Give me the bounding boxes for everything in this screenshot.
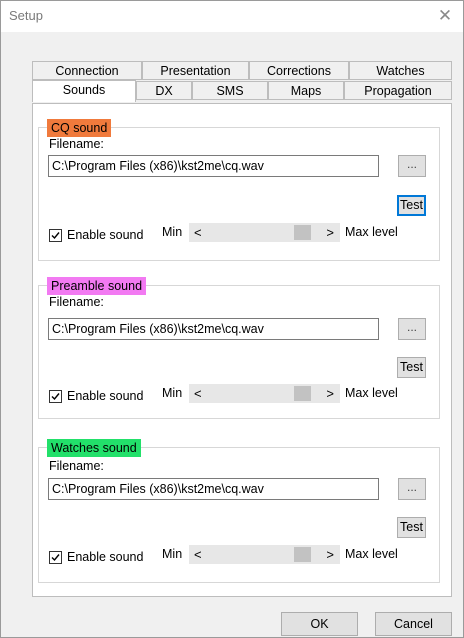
filename-field[interactable]: C:\Program Files (x86)\kst2me\cq.wav bbox=[48, 478, 379, 500]
checkmark-icon bbox=[51, 554, 60, 562]
enable-sound-checkbox[interactable] bbox=[49, 229, 62, 242]
tab-maps[interactable]: Maps bbox=[268, 81, 344, 100]
tab-presentation[interactable]: Presentation bbox=[142, 61, 249, 80]
scroll-right-icon[interactable]: > bbox=[326, 385, 334, 402]
window-title: Setup bbox=[9, 8, 43, 23]
scroll-left-icon[interactable]: < bbox=[194, 385, 202, 402]
browse-button[interactable]: ... bbox=[398, 478, 426, 500]
tab-corrections[interactable]: Corrections bbox=[249, 61, 349, 80]
enable-sound-label: Enable sound bbox=[67, 550, 144, 564]
level-scrollbar[interactable]: < > bbox=[189, 223, 340, 242]
filename-label: Filename: bbox=[49, 459, 104, 473]
scroll-left-icon[interactable]: < bbox=[194, 546, 202, 563]
cq-sound-group: CQ sound Filename: C:\Program Files (x86… bbox=[38, 119, 440, 261]
group-title: Watches sound bbox=[47, 439, 141, 457]
scroll-thumb[interactable] bbox=[294, 386, 311, 401]
max-level-label: Max level bbox=[345, 547, 398, 561]
tab-watches[interactable]: Watches bbox=[349, 61, 452, 80]
group-title: Preamble sound bbox=[47, 277, 147, 295]
max-level-label: Max level bbox=[345, 386, 398, 400]
checkmark-icon bbox=[51, 393, 60, 401]
tab-propagation[interactable]: Propagation bbox=[344, 81, 452, 100]
scroll-right-icon[interactable]: > bbox=[326, 546, 334, 563]
test-button[interactable]: Test bbox=[397, 517, 426, 538]
watches-sound-group: Watches sound Filename: C:\Program Files… bbox=[38, 439, 440, 583]
max-level-label: Max level bbox=[345, 225, 398, 239]
test-button[interactable]: Test bbox=[397, 195, 426, 216]
enable-sound-checkbox[interactable] bbox=[49, 551, 62, 564]
filename-label: Filename: bbox=[49, 295, 104, 309]
enable-sound-label: Enable sound bbox=[67, 228, 144, 242]
min-label: Min bbox=[162, 225, 183, 239]
scroll-left-icon[interactable]: < bbox=[194, 224, 202, 241]
browse-button[interactable]: ... bbox=[398, 318, 426, 340]
tab-dx[interactable]: DX bbox=[136, 81, 192, 100]
enable-sound-label: Enable sound bbox=[67, 389, 144, 403]
test-button[interactable]: Test bbox=[397, 357, 426, 378]
browse-button[interactable]: ... bbox=[398, 155, 426, 177]
tab-connection[interactable]: Connection bbox=[32, 61, 142, 80]
min-label: Min bbox=[162, 547, 183, 561]
scroll-thumb[interactable] bbox=[294, 547, 311, 562]
preamble-sound-group: Preamble sound Filename: C:\Program File… bbox=[38, 277, 440, 419]
title-bar: Setup ✕ bbox=[1, 1, 463, 32]
checkmark-icon bbox=[51, 232, 60, 240]
enable-sound-checkbox[interactable] bbox=[49, 390, 62, 403]
scroll-thumb[interactable] bbox=[294, 225, 311, 240]
ok-button[interactable]: OK bbox=[281, 612, 358, 636]
filename-field[interactable]: C:\Program Files (x86)\kst2me\cq.wav bbox=[48, 318, 379, 340]
level-scrollbar[interactable]: < > bbox=[189, 384, 340, 403]
scroll-right-icon[interactable]: > bbox=[326, 224, 334, 241]
filename-field[interactable]: C:\Program Files (x86)\kst2me\cq.wav bbox=[48, 155, 379, 177]
filename-label: Filename: bbox=[49, 137, 104, 151]
close-icon[interactable]: ✕ bbox=[433, 4, 457, 28]
setup-dialog: Setup ✕ Connection Presentation Correcti… bbox=[0, 0, 464, 638]
group-title: CQ sound bbox=[47, 119, 112, 137]
tab-sms[interactable]: SMS bbox=[192, 81, 268, 100]
cancel-button[interactable]: Cancel bbox=[375, 612, 452, 636]
level-scrollbar[interactable]: < > bbox=[189, 545, 340, 564]
min-label: Min bbox=[162, 386, 183, 400]
tab-sounds[interactable]: Sounds bbox=[32, 80, 136, 102]
